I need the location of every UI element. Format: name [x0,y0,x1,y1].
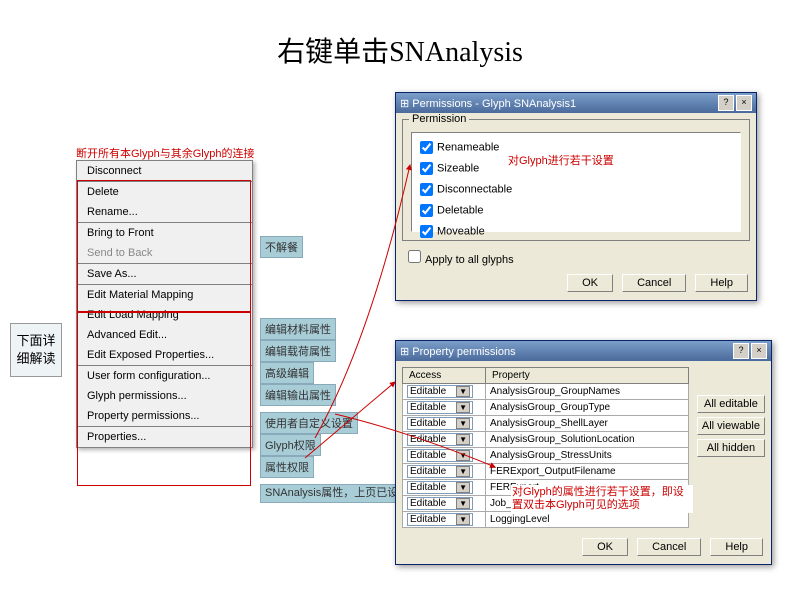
page-title: 右键单击SNAnalysis [0,0,800,80]
col-property[interactable]: Property [486,368,689,384]
access-dropdown[interactable]: Editable▼ [407,513,473,526]
chevron-down-icon: ▼ [456,450,470,461]
note-disconnect: 断开所有本Glyph与其余Glyph的连接 [76,145,254,161]
close-icon-2[interactable]: × [751,343,767,359]
property-permissions-dialog: ⊞ Property permissions ? × AccessPropert… [395,340,772,565]
side-label: 下面详细解读 [10,323,62,377]
note-sn-props: SNAnalysis属性，上页已设置 [260,484,414,503]
permissions-dialog: ⊞ Permissions - Glyph SNAnalysis1 ? × Pe… [395,92,757,301]
menu-advanced-edit[interactable]: Advanced Edit... [77,325,252,345]
prop-name: LoggingLevel [486,512,689,528]
help-button[interactable]: Help [695,274,748,292]
chevron-down-icon: ▼ [456,498,470,509]
cb-deletable[interactable] [420,204,433,217]
note-glyph-perm: Glyph权限 [260,434,321,456]
table-row: Editable▼ AnalysisGroup_GroupType [403,400,689,416]
menu-user-form[interactable]: User form configuration... [77,366,252,386]
prop-name: FERExport_OutputFilename [486,464,689,480]
col-access[interactable]: Access [403,368,486,384]
table-row: Editable▼ FERExport_OutputFilename [403,464,689,480]
note-bukaican: 不解餐 [260,236,303,258]
lbl-renameable: Renameable [437,141,499,153]
menu-rename[interactable]: Rename... [77,202,252,222]
note-prop-settings: 对Glyph的属性进行若干设置，即设置双击本Glyph可见的选项 [511,485,693,513]
cb-renameable[interactable] [420,141,433,154]
menu-glyph-permissions[interactable]: Glyph permissions... [77,386,252,406]
prop-name: AnalysisGroup_SolutionLocation [486,432,689,448]
table-row: Editable▼ LoggingLevel [403,512,689,528]
note-perm-settings: 对Glyph进行若干设置 [508,155,614,168]
lbl-sizeable: Sizeable [437,162,479,174]
menu-edit-exposed[interactable]: Edit Exposed Properties... [77,345,252,365]
chevron-down-icon: ▼ [456,466,470,477]
table-row: Editable▼ AnalysisGroup_ShellLayer [403,416,689,432]
chevron-down-icon: ▼ [456,482,470,493]
dialog-title: ⊞ Permissions - Glyph SNAnalysis1 [400,97,576,110]
lbl-disconnectable: Disconnectable [437,183,512,195]
access-dropdown[interactable]: Editable▼ [407,449,473,462]
all-hidden-button[interactable]: All hidden [697,439,765,457]
all-viewable-button[interactable]: All viewable [697,417,765,435]
menu-properties[interactable]: Properties... [77,427,252,447]
note-adv-edit: 高级编辑 [260,362,314,384]
ok-button[interactable]: OK [567,274,613,292]
menu-property-permissions[interactable]: Property permissions... [77,406,252,426]
context-menu: Disconnect Delete Rename... Bring to Fro… [76,160,253,448]
access-dropdown[interactable]: Editable▼ [407,401,473,414]
dialog-titlebar: ⊞ Permissions - Glyph SNAnalysis1 ? × [396,93,756,113]
access-dropdown[interactable]: Editable▼ [407,465,473,478]
chevron-down-icon: ▼ [456,418,470,429]
menu-edit-material[interactable]: Edit Material Mapping [77,285,252,305]
menu-edit-load[interactable]: Edit Load Mapping [77,305,252,325]
menu-delete[interactable]: Delete [77,182,252,202]
menu-save-as[interactable]: Save As... [77,264,252,284]
help-button-icon-2[interactable]: ? [733,343,749,359]
cb-disconnectable[interactable] [420,183,433,196]
chevron-down-icon: ▼ [456,386,470,397]
table-row: Editable▼ AnalysisGroup_GroupNames [403,384,689,400]
note-edit-exposed: 编辑输出属性 [260,384,336,406]
access-dropdown[interactable]: Editable▼ [407,417,473,430]
table-row: Editable▼ AnalysisGroup_SolutionLocation [403,432,689,448]
chevron-down-icon: ▼ [456,514,470,525]
access-dropdown[interactable]: Editable▼ [407,433,473,446]
cancel-button-2[interactable]: Cancel [637,538,701,556]
note-edit-material: 编辑材料属性 [260,318,336,340]
prop-name: AnalysisGroup_ShellLayer [486,416,689,432]
help-button-icon[interactable]: ? [718,95,734,111]
access-dropdown[interactable]: Editable▼ [407,385,473,398]
cancel-button[interactable]: Cancel [622,274,686,292]
help-button-2[interactable]: Help [710,538,763,556]
permission-group: Permission Renameable Sizeable Disconnec… [402,119,750,241]
ok-button-2[interactable]: OK [582,538,628,556]
menu-send-to-back: Send to Back [77,243,252,263]
lbl-deletable: Deletable [437,204,483,216]
cb-apply-all[interactable] [408,250,421,263]
access-dropdown[interactable]: Editable▼ [407,497,473,510]
lbl-apply-all: Apply to all glyphs [425,254,514,266]
dialog2-titlebar: ⊞ Property permissions ? × [396,341,771,361]
chevron-down-icon: ▼ [456,434,470,445]
prop-name: AnalysisGroup_GroupType [486,400,689,416]
note-edit-load: 编辑载荷属性 [260,340,336,362]
menu-disconnect[interactable]: Disconnect [77,161,252,181]
dialog2-title: ⊞ Property permissions [400,345,516,358]
group-label: Permission [409,113,469,125]
note-user-form: 使用者自定义设置 [260,412,358,434]
chevron-down-icon: ▼ [456,402,470,413]
prop-name: AnalysisGroup_StressUnits [486,448,689,464]
access-dropdown[interactable]: Editable▼ [407,481,473,494]
cb-moveable[interactable] [420,225,433,238]
note-prop-perm: 属性权限 [260,456,314,478]
lbl-moveable: Moveable [437,225,485,237]
close-icon[interactable]: × [736,95,752,111]
menu-bring-to-front[interactable]: Bring to Front [77,223,252,243]
cb-sizeable[interactable] [420,162,433,175]
table-row: Editable▼ AnalysisGroup_StressUnits [403,448,689,464]
all-editable-button[interactable]: All editable [697,395,765,413]
prop-name: AnalysisGroup_GroupNames [486,384,689,400]
